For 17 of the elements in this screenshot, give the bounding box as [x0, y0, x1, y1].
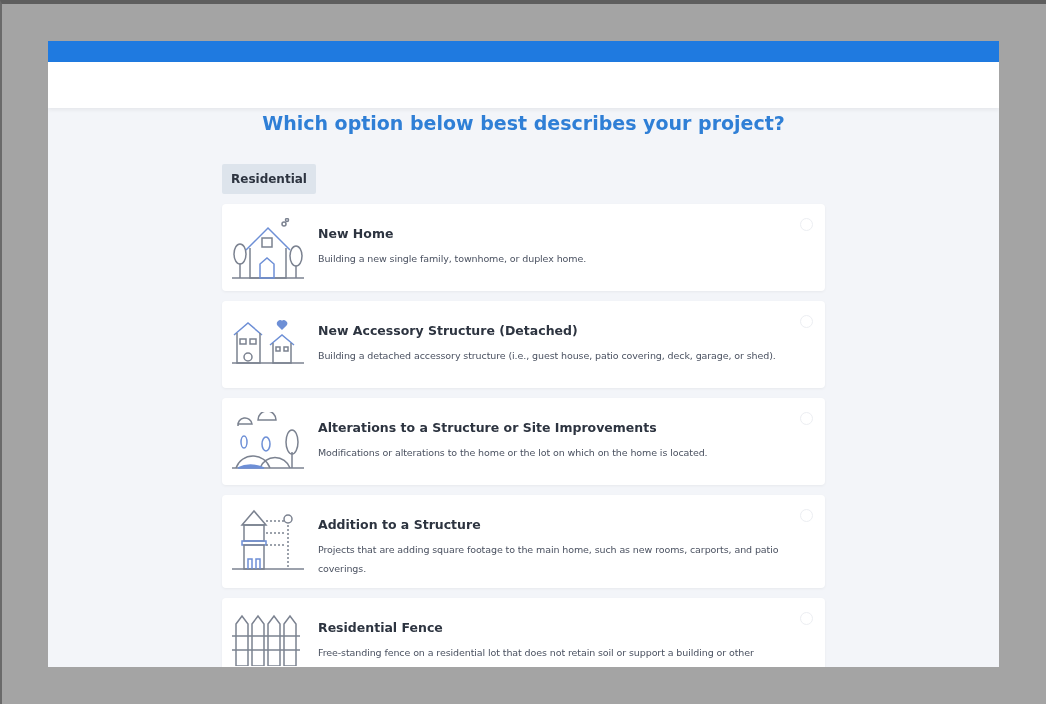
page-heading: Which option below best describes your project?	[261, 112, 786, 134]
option-card[interactable]: New Accessory Structure (Detached) Building a detached accessory structure (i.e., guest house, patio covering, deck, garage, or shed).	[222, 301, 825, 388]
option-description: Building a new single family, townhome, or duplex home.	[318, 252, 588, 266]
option-title: Residential Fence	[318, 620, 444, 635]
option-title: New Home	[318, 226, 395, 241]
option-description: Modifications or alterations to the home or the lot on which on the home is located.	[318, 446, 709, 460]
category-tab[interactable]: Residential	[222, 164, 316, 194]
option-card[interactable]: New Home Building a new single family, townhome, or duplex home.	[222, 204, 825, 291]
option-title: New Accessory Structure (Detached)	[318, 323, 579, 338]
option-card[interactable]: Residential Fence Free-standing fence on a residential lot that does not retain soil or support a building or other	[222, 598, 825, 667]
option-card[interactable]: Addition to a Structure Projects that are adding square footage to the main home, such as new rooms, carports, and patio coverings.	[222, 495, 825, 588]
option-description: Building a detached accessory structure (i.e., guest house, patio covering, deck, garage, or shed).	[318, 349, 777, 363]
option-description: Free-standing fence on a residential lot that does not retain soil or support a building or other	[318, 646, 755, 660]
option-title: Alterations to a Structure or Site Improvements	[318, 420, 658, 435]
option-title: Addition to a Structure	[318, 517, 482, 532]
option-card[interactable]: Alterations to a Structure or Site Improvements Modifications or alterations to the home or the lot on which on the home is located.	[222, 398, 825, 485]
option-description: Projects that are adding square footage to the main home, such as new rooms, carports, and patio coverings.	[318, 543, 780, 576]
